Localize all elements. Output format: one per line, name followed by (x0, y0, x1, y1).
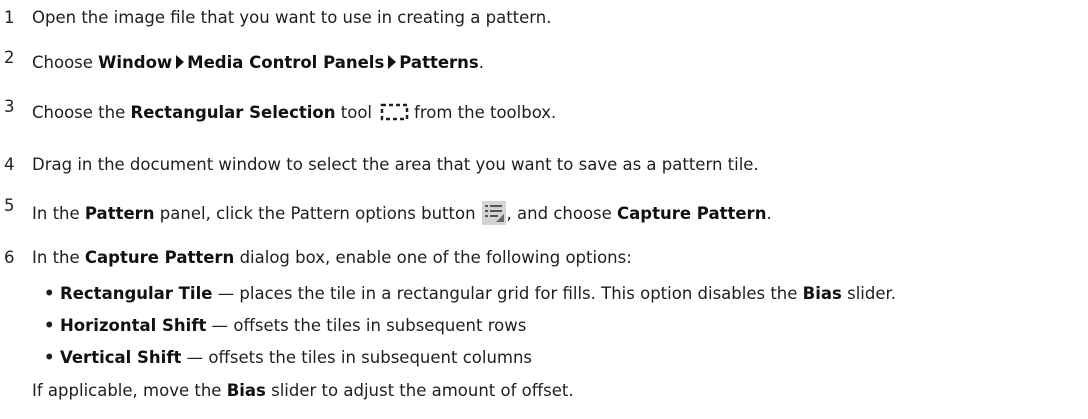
text-in-the: In the (32, 248, 80, 267)
menu-arrow-icon (176, 55, 185, 69)
command-capture-pattern: Capture Pattern (617, 204, 767, 223)
step-text: In the Pattern panel, click the Pattern … (32, 201, 772, 225)
dialog-name: Capture Pattern (84, 248, 235, 267)
step-text: Choose Window Media Control Panels Pattern… (32, 53, 484, 72)
step-number: 3 (4, 97, 15, 116)
panel-name: Pattern (84, 204, 155, 223)
bullet-glyph: • (44, 348, 55, 367)
period: . (478, 53, 484, 72)
text-if-applicable: If applicable, move the (32, 381, 222, 400)
text-adjust-offset: slider to adjust the amount of offset. (271, 381, 574, 400)
step-number: 2 (4, 48, 15, 67)
option-rectangular-tile: • Rectangular Tile — places the tile in a… (44, 284, 896, 303)
step-text: In the Capture Pattern dialog box, enabl… (32, 248, 632, 267)
step-number: 6 (4, 248, 15, 267)
text-tool: tool (340, 103, 373, 122)
menu-window: Window (98, 53, 173, 72)
text-from-toolbox: from the toolbox. (414, 103, 557, 122)
text-in-the: In the (32, 204, 80, 223)
option-horizontal-shift: • Horizontal Shift — offsets the tiles in… (44, 316, 526, 335)
option-name: Rectangular Tile (60, 284, 213, 303)
menu-patterns: Patterns (399, 53, 479, 72)
menu-media-control-panels: Media Control Panels (187, 53, 385, 72)
option-description: — offsets the tiles in subsequent rows (211, 316, 527, 335)
option-name: Vertical Shift (60, 348, 182, 367)
step-text: Open the image file that you want to use… (32, 8, 552, 27)
bullet-glyph: • (44, 284, 55, 303)
option-description: — places the tile in a rectangular grid … (217, 284, 798, 303)
option-vertical-shift: • Vertical Shift — offsets the tiles in s… (44, 348, 532, 367)
rectangular-selection-icon (380, 102, 410, 122)
step-text: Choose the Rectangular Selection tool fro… (32, 102, 556, 122)
step-number: 4 (4, 155, 15, 174)
bullet-glyph: • (44, 316, 55, 335)
period: . (766, 204, 772, 223)
final-text: If applicable, move the Bias slider to a… (32, 381, 574, 400)
tool-name: Rectangular Selection (130, 103, 336, 122)
bias-label: Bias (802, 284, 842, 303)
text-choose: Choose (32, 53, 93, 72)
text-and-choose: , and choose (506, 204, 612, 223)
pattern-options-icon (481, 201, 506, 225)
text-slider: slider. (847, 284, 897, 303)
option-name: Horizontal Shift (60, 316, 207, 335)
text-click-options: panel, click the Pattern options button (159, 204, 476, 223)
bias-label: Bias (226, 381, 266, 400)
step-number: 5 (4, 196, 15, 215)
text-choose-the: Choose the (32, 103, 126, 122)
step-text: Drag in the document window to select th… (32, 155, 759, 174)
step-number: 1 (4, 8, 15, 27)
option-description: — offsets the tiles in subsequent column… (186, 348, 533, 367)
menu-arrow-icon (388, 55, 397, 69)
text-enable-options: dialog box, enable one of the following … (239, 248, 632, 267)
